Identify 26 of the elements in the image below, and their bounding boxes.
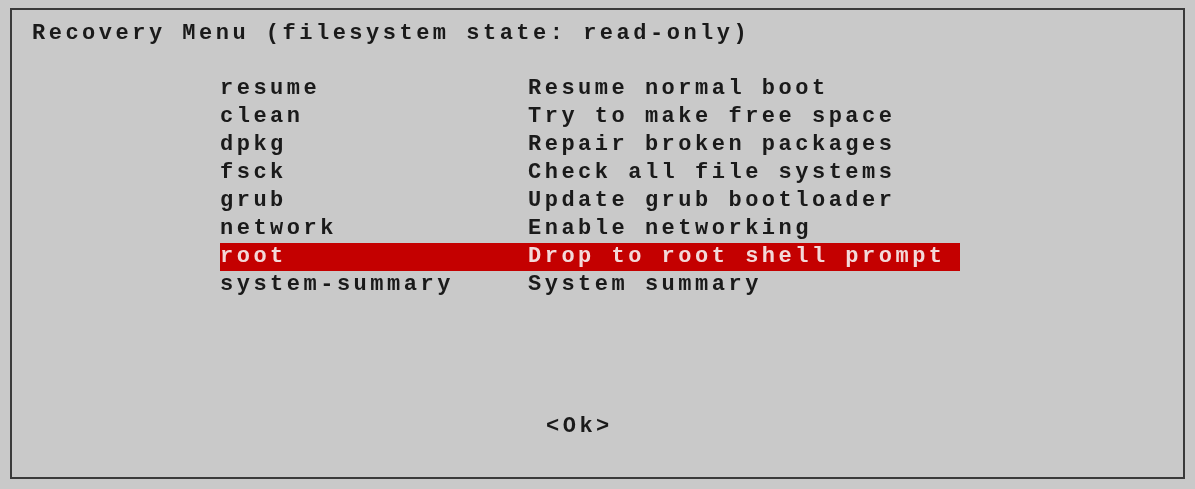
option-description: Update grub bootloader bbox=[528, 187, 896, 215]
option-name: network bbox=[220, 215, 338, 243]
menu-item[interactable]: fsck Check all file systems bbox=[220, 159, 960, 187]
menu-item[interactable]: root Drop to root shell prompt bbox=[220, 243, 960, 271]
option-description: Resume normal boot bbox=[528, 75, 829, 103]
menu-item[interactable]: network Enable networking bbox=[220, 215, 960, 243]
option-description: Repair broken packages bbox=[528, 131, 896, 159]
menu-item[interactable]: resume Resume normal boot bbox=[220, 75, 960, 103]
option-name: clean bbox=[220, 103, 305, 131]
menu-item[interactable]: clean Try to make free space bbox=[220, 103, 960, 131]
option-name: root bbox=[220, 243, 288, 271]
ok-button[interactable]: <Ok> bbox=[544, 410, 615, 443]
option-description: Enable networking bbox=[528, 215, 812, 243]
option-name: grub bbox=[220, 187, 288, 215]
option-name: system-summary bbox=[220, 271, 455, 299]
option-description: Drop to root shell prompt bbox=[528, 243, 946, 271]
option-name: dpkg bbox=[220, 131, 288, 159]
option-name: fsck bbox=[220, 159, 288, 187]
option-description: System summary bbox=[528, 271, 762, 299]
menu-item[interactable]: dpkg Repair broken packages bbox=[220, 131, 960, 159]
option-description: Check all file systems bbox=[528, 159, 896, 187]
option-name: resume bbox=[220, 75, 322, 103]
option-description: Try to make free space bbox=[528, 103, 896, 131]
menu-item[interactable]: grub Update grub bootloader bbox=[220, 187, 960, 215]
menu-title: Recovery Menu (filesystem state: read-only) bbox=[32, 20, 751, 48]
menu-item[interactable]: system-summary System summary bbox=[220, 271, 960, 299]
